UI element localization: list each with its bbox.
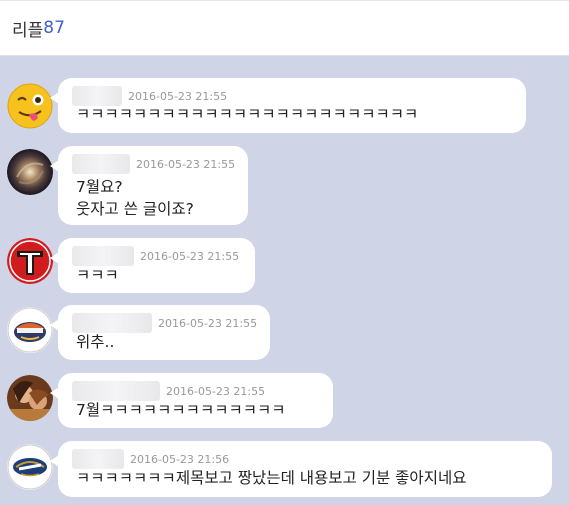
comment-text: 위추..	[76, 331, 114, 353]
comment-time: 2016-05-23 21:55	[140, 249, 240, 263]
author-name-redacted[interactable]	[72, 381, 160, 401]
comment-line: 7월요?	[76, 178, 123, 196]
brewers-logo-avatar[interactable]	[7, 444, 53, 490]
comment-text: ㅋㅋㅋㅋㅋㅋㅋㅋㅋㅋㅋㅋㅋㅋㅋㅋㅋㅋㅋㅋㅋㅋㅋㅋ	[76, 103, 418, 125]
galaxy-avatar[interactable]	[7, 149, 53, 195]
comment-bubble: 2016-05-23 21:55 ㅋㅋㅋ	[50, 238, 255, 293]
comment-bubble: 2016-05-23 21:55 7월ㅋㅋㅋㅋㅋㅋㅋㅋㅋㅋㅋㅋㅋ	[50, 373, 333, 428]
reply-count: 87	[43, 18, 65, 38]
winking-emoji-icon[interactable]	[7, 83, 53, 129]
comment-time: 2016-05-23 21:56	[130, 452, 230, 466]
author-name-redacted[interactable]	[72, 449, 124, 469]
comment-line: ㅋㅋㅋㅋㅋㅋㅋ제목보고 짱났는데 내용보고 기분 좋아지네요	[76, 469, 467, 487]
comment-line: ㅋㅋㅋ	[76, 266, 119, 284]
reply-title: 리플	[12, 20, 44, 41]
comment-time: 2016-05-23 21:55	[166, 384, 266, 398]
comment-line: 웃자고 쓴 글이죠?	[76, 200, 194, 218]
team-logo-avatar[interactable]	[7, 307, 53, 353]
author-name-redacted[interactable]	[72, 154, 130, 174]
author-name-redacted[interactable]	[72, 246, 134, 266]
photo-avatar[interactable]	[7, 375, 53, 421]
comment-line: 7월ㅋㅋㅋㅋㅋㅋㅋㅋㅋㅋㅋㅋㅋ	[76, 401, 286, 419]
comment-bubble: 2016-05-23 21:55 7월요? 웃자고 쓴 글이죠?	[50, 146, 248, 225]
comment-text: 7월요? 웃자고 쓴 글이죠?	[76, 176, 194, 220]
comment-line: 위추..	[76, 333, 115, 351]
comment-bubble: 2016-05-23 21:55 위추..	[50, 305, 270, 360]
comment-line: ㅋㅋㅋㅋㅋㅋㅋㅋㅋㅋㅋㅋㅋㅋㅋㅋㅋㅋㅋㅋㅋㅋㅋㅋ	[76, 105, 419, 123]
comment-text: ㅋㅋㅋ	[76, 264, 119, 286]
comment-text: 7월ㅋㅋㅋㅋㅋㅋㅋㅋㅋㅋㅋㅋㅋ	[76, 399, 286, 421]
comment-time: 2016-05-23 21:55	[128, 89, 228, 103]
comment-text: ㅋㅋㅋㅋㅋㅋㅋ제목보고 짱났는데 내용보고 기분 좋아지네요	[76, 467, 466, 489]
comment-bubble: 2016-05-23 21:55 ㅋㅋㅋㅋㅋㅋㅋㅋㅋㅋㅋㅋㅋㅋㅋㅋㅋㅋㅋㅋㅋㅋㅋ…	[50, 78, 526, 133]
comment-time: 2016-05-23 21:55	[158, 316, 258, 330]
red-team-logo-avatar[interactable]	[7, 238, 53, 284]
comment-thread: 2016-05-23 21:55 ㅋㅋㅋㅋㅋㅋㅋㅋㅋㅋㅋㅋㅋㅋㅋㅋㅋㅋㅋㅋㅋㅋㅋ…	[0, 56, 569, 505]
comment-time: 2016-05-23 21:55	[136, 157, 236, 171]
comment-bubble: 2016-05-23 21:56 ㅋㅋㅋㅋㅋㅋㅋ제목보고 짱났는데 내용보고 기…	[50, 441, 552, 497]
author-name-redacted[interactable]	[72, 313, 152, 333]
reply-header: 리플 87	[0, 0, 569, 56]
